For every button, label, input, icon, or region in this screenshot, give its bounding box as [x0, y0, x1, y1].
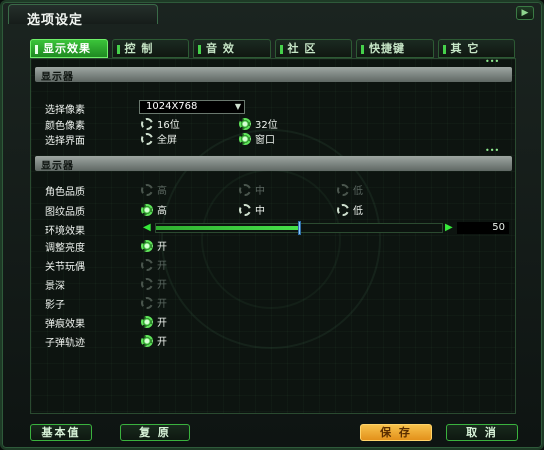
radio-label: 开 — [157, 261, 167, 272]
resolution-label: 选择像素 — [45, 105, 85, 116]
title-bar: 选项设定 — [8, 4, 158, 28]
radio-label: 开 — [157, 299, 167, 310]
radio-texture-low[interactable]: 低 — [337, 202, 363, 217]
content-panel: 显示器 ••• 选择像素 1024X768 ▼ 颜色像素 16位 32位 选择界… — [30, 57, 516, 414]
environment-slider[interactable] — [155, 221, 443, 235]
radio-icon — [141, 183, 153, 196]
arrow-right-icon[interactable]: ▶ — [445, 222, 453, 233]
toggle-label: 关节玩偶 — [45, 262, 85, 273]
toggle-label: 调整亮度 — [45, 243, 85, 254]
radio-label: 32位 — [255, 120, 278, 131]
radio-label: 全屏 — [157, 135, 177, 146]
radio-character-mid: 中 — [239, 182, 265, 197]
toggle-brightness[interactable]: 开 — [141, 238, 167, 253]
save-button[interactable]: 保 存 — [360, 424, 432, 441]
toggle-bullet-holes[interactable]: 开 — [141, 314, 167, 329]
radio-label: 开 — [157, 318, 167, 329]
default-button[interactable]: 基本值 — [30, 424, 92, 441]
radio-icon — [239, 183, 251, 196]
decor-dots: ••• — [485, 146, 500, 155]
radio-icon — [141, 239, 153, 252]
slider-fill — [156, 226, 299, 230]
radio-label: 开 — [157, 280, 167, 291]
toggle-ragdoll: 开 — [141, 257, 167, 272]
cancel-button[interactable]: 取 消 — [446, 424, 518, 441]
radio-label: 中 — [255, 186, 265, 197]
tab-community[interactable]: 社 区 — [274, 39, 352, 58]
tab-controls[interactable]: 控 制 — [111, 39, 189, 58]
radio-color-16[interactable]: 16位 — [141, 116, 180, 131]
arrow-left-icon[interactable]: ◀ — [143, 222, 151, 233]
radio-label: 开 — [157, 242, 167, 253]
slider-handle[interactable] — [298, 221, 301, 235]
settings-window: 选项设定 ▶ 显示效果 控 制 音 效 社 区 快捷键 其 它 显示器 ••• … — [0, 0, 544, 450]
radio-icon — [141, 334, 153, 347]
radio-label: 窗口 — [255, 135, 275, 146]
character-quality-label: 角色品质 — [45, 187, 85, 198]
close-button[interactable]: ▶ — [516, 6, 534, 20]
texture-quality-label: 图纹品质 — [45, 207, 85, 218]
radio-color-32[interactable]: 32位 — [239, 116, 278, 131]
radio-label: 开 — [157, 337, 167, 348]
toggle-label: 弹痕效果 — [45, 319, 85, 330]
resolution-value: 1024X768 — [146, 101, 198, 112]
radio-icon — [239, 117, 251, 130]
radio-icon — [239, 203, 251, 216]
window-title: 选项设定 — [27, 13, 84, 28]
radio-label: 高 — [157, 186, 167, 197]
radio-icon — [141, 203, 153, 216]
toggle-shadow: 开 — [141, 295, 167, 310]
radio-icon — [337, 183, 349, 196]
radio-windowed[interactable]: 窗口 — [239, 131, 275, 146]
tab-hotkeys[interactable]: 快捷键 — [356, 39, 434, 58]
radio-texture-mid[interactable]: 中 — [239, 202, 265, 217]
radio-fullscreen[interactable]: 全屏 — [141, 131, 177, 146]
radio-icon — [141, 296, 153, 309]
environment-value: 50 — [457, 222, 509, 234]
tab-bar: 显示效果 控 制 音 效 社 区 快捷键 其 它 — [30, 39, 515, 58]
background-circle-inner — [201, 169, 341, 309]
screen-mode-label: 选择界面 — [45, 136, 85, 147]
radio-label: 高 — [157, 206, 167, 217]
radio-label: 16位 — [157, 120, 180, 131]
radio-character-high: 高 — [141, 182, 167, 197]
radio-icon — [239, 132, 251, 145]
radio-icon — [141, 117, 153, 130]
tab-display[interactable]: 显示效果 — [30, 39, 108, 58]
environment-label: 环境效果 — [45, 226, 85, 237]
color-depth-label: 颜色像素 — [45, 121, 85, 132]
toggle-label: 子弹轨迹 — [45, 338, 85, 349]
radio-icon — [141, 315, 153, 328]
radio-label: 低 — [353, 206, 363, 217]
radio-character-low: 低 — [337, 182, 363, 197]
reset-button[interactable]: 复 原 — [120, 424, 190, 441]
radio-icon — [141, 277, 153, 290]
radio-label: 中 — [255, 206, 265, 217]
section-title: 显示器 — [41, 161, 74, 172]
toggle-label: 影子 — [45, 300, 65, 311]
chevron-down-icon: ▼ — [234, 102, 241, 111]
resolution-select[interactable]: 1024X768 ▼ — [139, 100, 245, 114]
toggle-depth-of-field: 开 — [141, 276, 167, 291]
section-title: 显示器 — [41, 72, 74, 83]
radio-texture-high[interactable]: 高 — [141, 202, 167, 217]
radio-icon — [141, 132, 153, 145]
radio-icon — [337, 203, 349, 216]
tab-other[interactable]: 其 它 — [437, 39, 515, 58]
toggle-bullet-trail[interactable]: 开 — [141, 333, 167, 348]
toggle-label: 景深 — [45, 281, 65, 292]
section-header-quality: 显示器 — [35, 156, 512, 172]
section-header-display: 显示器 — [35, 67, 512, 83]
decor-dots: ••• — [485, 57, 500, 66]
tab-sound[interactable]: 音 效 — [193, 39, 271, 58]
radio-label: 低 — [353, 186, 363, 197]
radio-icon — [141, 258, 153, 271]
